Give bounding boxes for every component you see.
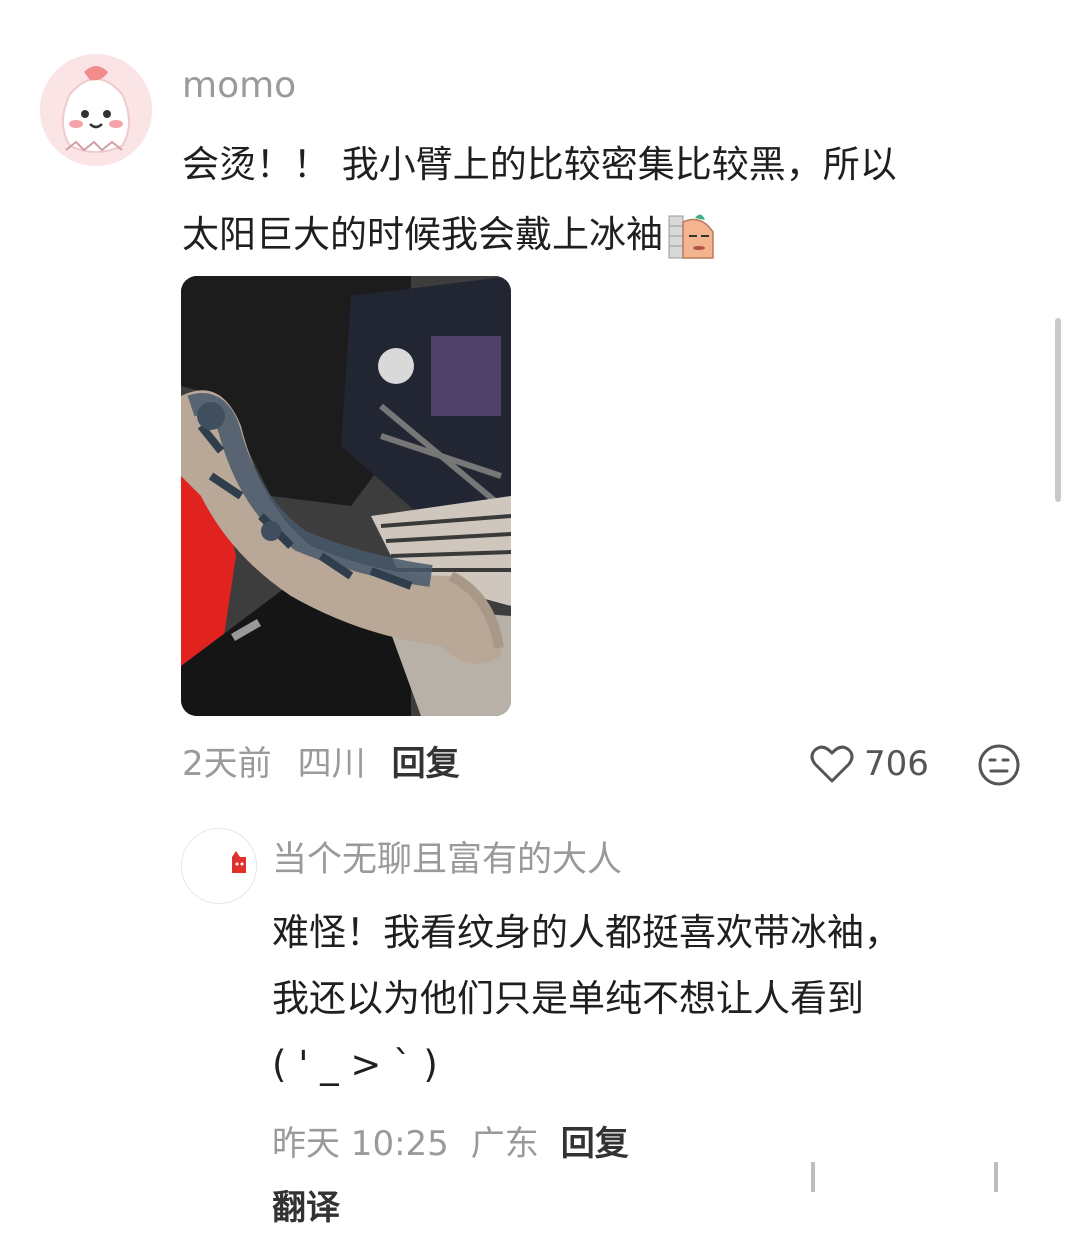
- avatar[interactable]: [40, 54, 152, 166]
- comment-text: 会烫！！ 我小臂上的比较密集比较黑，所以 太阳巨大的时候我会戴上冰袖: [182, 130, 1042, 270]
- reply-text-line: 难怪！我看纹身的人都挺喜欢带冰袖，: [272, 911, 901, 954]
- comment-text-segment: 太阳巨大的时候我会戴上冰袖: [182, 213, 663, 256]
- reply-text-line: ( ' _ > ` ): [272, 1043, 438, 1086]
- comment-username[interactable]: momo: [182, 64, 296, 108]
- red-cat-avatar-icon: [182, 829, 256, 903]
- reply-location: 广东: [470, 1124, 539, 1164]
- tattoo-arm-photo-icon: [181, 276, 511, 716]
- comment-photo[interactable]: [181, 276, 511, 716]
- reply-meta: 昨天 10:25 广东 回复: [272, 1120, 651, 1168]
- divider-mark: [811, 1162, 815, 1192]
- divider-mark: [994, 1162, 998, 1192]
- comment-meta: 2天前 四川 回复: [182, 740, 486, 788]
- like-button[interactable]: 706: [810, 740, 929, 788]
- reply-avatar[interactable]: [181, 828, 257, 904]
- reply-text-line: 我还以为他们只是单纯不想让人看到: [272, 977, 864, 1020]
- heart-icon: [810, 745, 854, 783]
- comment-time: 2天前: [182, 744, 272, 784]
- comment-text-line: 太阳巨大的时候我会戴上冰袖: [182, 200, 1042, 270]
- neutral-face-icon: [978, 744, 1020, 786]
- reply-time: 昨天 10:25: [272, 1124, 449, 1164]
- sneaky-peek-sticker-icon: [667, 212, 717, 262]
- reply-username[interactable]: 当个无聊且富有的大人: [272, 836, 622, 884]
- comment-location: 四川: [297, 744, 366, 784]
- emoji-reaction-button[interactable]: [976, 742, 1022, 788]
- scrollbar[interactable]: [1055, 318, 1061, 502]
- reply-reply-button[interactable]: 回复: [561, 1124, 629, 1164]
- reply-text: 难怪！我看纹身的人都挺喜欢带冰袖， 我还以为他们只是单纯不想让人看到 ( ' _…: [272, 900, 1032, 1098]
- pink-blob-avatar-icon: [40, 54, 152, 166]
- like-count: 706: [864, 744, 929, 784]
- reply-button[interactable]: 回复: [392, 744, 460, 784]
- translate-button[interactable]: 翻译: [272, 1184, 340, 1232]
- comment-text-line: 会烫！！ 我小臂上的比较密集比较黑，所以: [182, 143, 897, 186]
